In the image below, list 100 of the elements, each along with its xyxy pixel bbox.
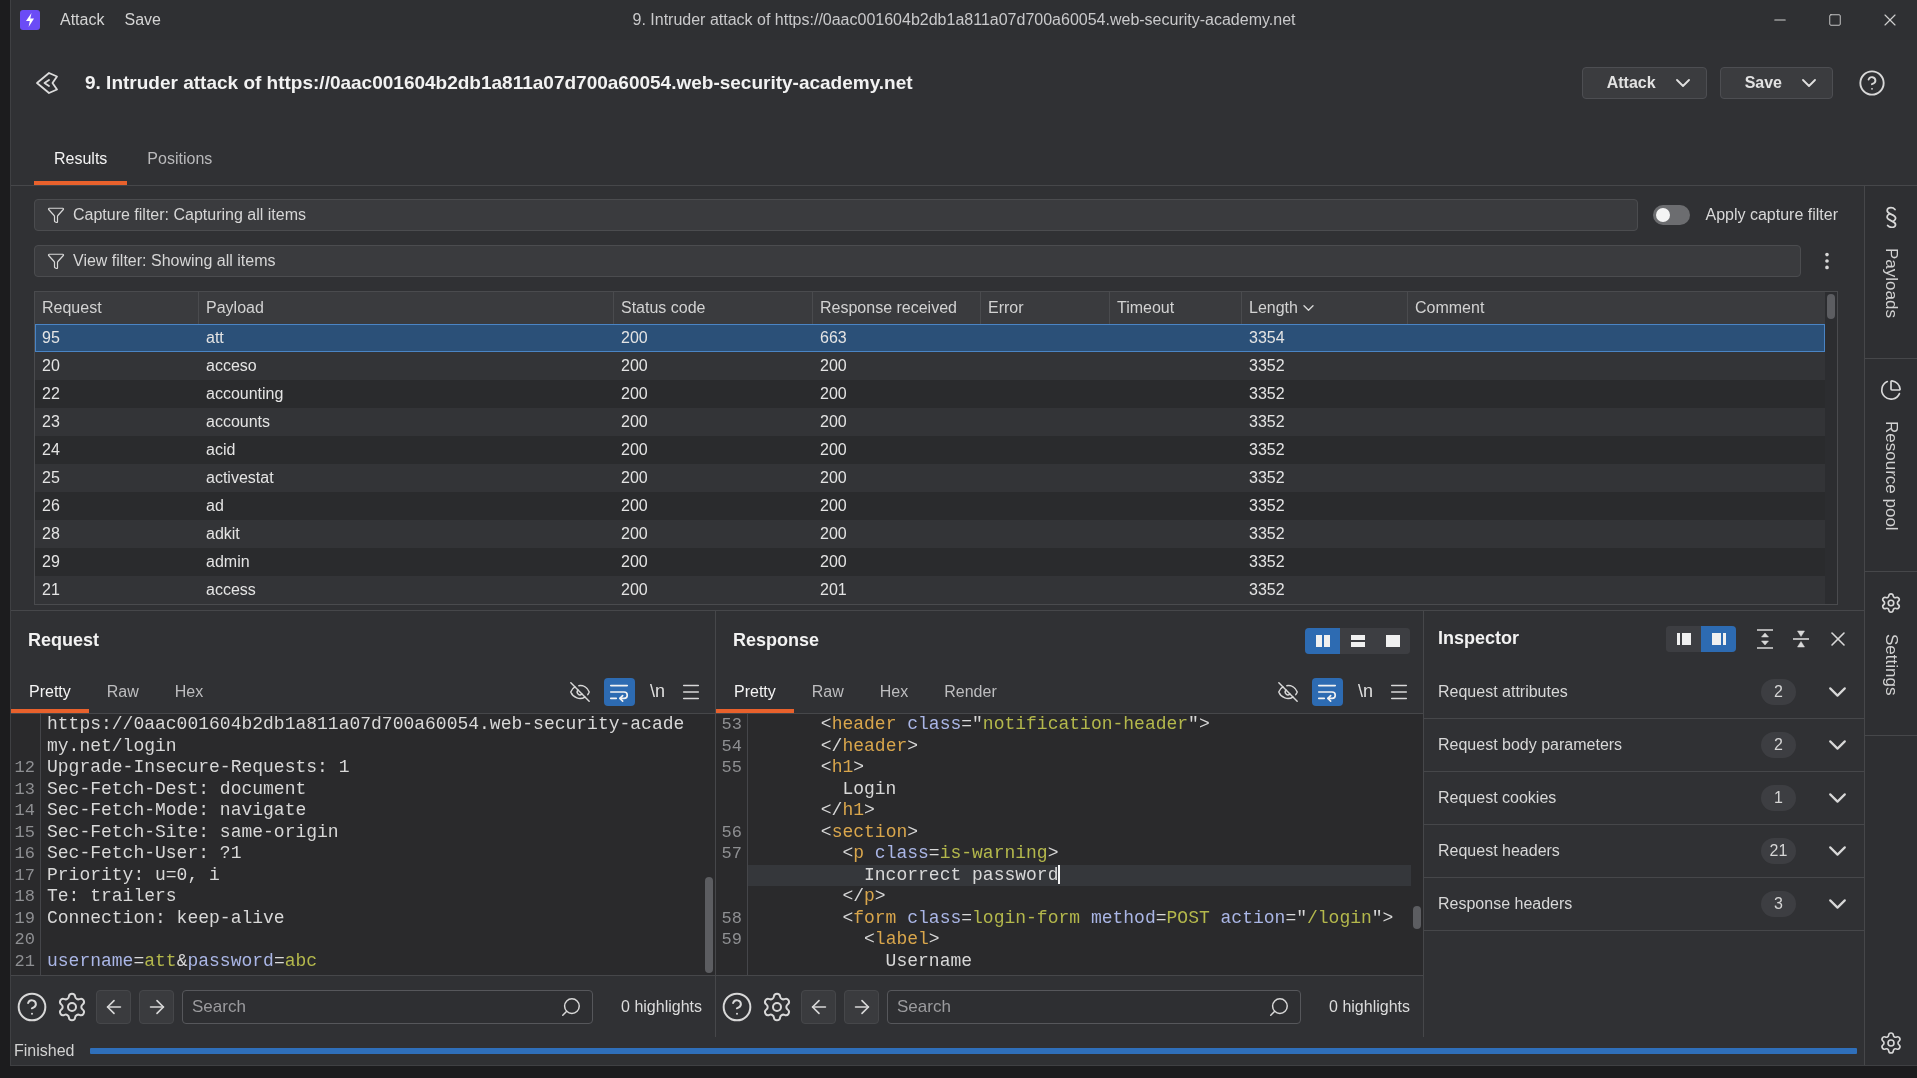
forward-button[interactable] — [844, 989, 879, 1024]
tab[interactable]: Render — [926, 670, 1015, 713]
menu-item[interactable]: Attack — [60, 11, 105, 29]
table-cell-text: 200 — [620, 440, 649, 460]
column-header[interactable]: Comment — [1408, 292, 1825, 324]
help-icon[interactable] — [16, 990, 48, 1023]
side-tab[interactable]: Resource pool — [1865, 358, 1917, 572]
inspector-section[interactable]: Request attributes 2 — [1424, 666, 1864, 719]
code-line: <form class=login-form method=POST action="/login"> — [841, 907, 1395, 929]
maximize-icon[interactable] — [1827, 13, 1842, 27]
table-row[interactable]: 21 access 200 201 3352 — [35, 576, 1825, 604]
eye-slash-icon[interactable] — [1277, 680, 1299, 703]
help-icon[interactable] — [721, 990, 753, 1023]
search-input[interactable]: Search — [897, 996, 1263, 1017]
eye-slash-icon[interactable] — [569, 680, 591, 703]
filter-bar[interactable]: View filter: Showing all items — [34, 245, 1801, 277]
newline-toggle[interactable]: \n — [648, 681, 667, 702]
wrap-button[interactable] — [604, 677, 635, 706]
search-field[interactable]: Search — [887, 989, 1302, 1024]
search-icon — [560, 995, 583, 1018]
table-row[interactable]: 28 adkit 200 200 3352 — [35, 520, 1825, 548]
inspector-section[interactable]: Request headers 21 — [1424, 825, 1864, 878]
inspector-section[interactable]: Response headers 3 — [1424, 878, 1864, 931]
tab[interactable]: Positions — [127, 125, 233, 185]
table-row[interactable]: 25 activestat 200 200 3352 — [35, 464, 1825, 492]
settings-icon[interactable] — [56, 990, 88, 1023]
table-cell-text: 200 — [819, 524, 848, 544]
filter-text: View filter: Showing all items — [73, 252, 276, 270]
caret-icon — [1675, 78, 1690, 87]
code-line: Upgrade-Insecure-Requests: 1 — [46, 757, 351, 779]
back-button[interactable] — [96, 989, 131, 1024]
toggle-switch[interactable] — [1653, 205, 1691, 225]
arrowhead-icon — [35, 70, 59, 95]
collapse-vertical-icon[interactable] — [1790, 627, 1812, 650]
menu-item[interactable]: Save — [124, 11, 161, 29]
columns-icon — [1314, 633, 1331, 648]
back-button[interactable] — [801, 989, 836, 1024]
table-cell-text: 200 — [819, 384, 848, 404]
code-line: my.net/login — [46, 735, 178, 757]
line-number: 17 — [11, 864, 41, 886]
tab[interactable]: Raw — [88, 670, 157, 713]
table-cell-text: 3352 — [1248, 496, 1286, 516]
expand-vertical-icon[interactable] — [1754, 627, 1776, 650]
tab[interactable]: Raw — [793, 670, 862, 713]
window-title: 9. Intruder attack of https://0aac001604b2db1a811a07d700a60054.web-security-academy.net — [632, 11, 1296, 29]
scrollbar-thumb[interactable] — [1827, 294, 1835, 319]
side-tab[interactable]: Payloads — [1865, 186, 1917, 359]
table-row[interactable]: 23 accounts 200 200 3352 — [35, 408, 1825, 436]
dropdown-button[interactable]: Save — [1719, 66, 1833, 99]
tab[interactable]: Results — [34, 125, 128, 185]
settings-icon[interactable] — [761, 990, 793, 1023]
search-input[interactable]: Search — [192, 996, 555, 1017]
rows-icon — [1349, 633, 1366, 648]
scrollbar-thumb[interactable] — [705, 877, 713, 973]
dropdown-button[interactable]: Attack — [1581, 66, 1707, 99]
code-line: </header> — [819, 735, 920, 757]
tab[interactable]: Hex — [156, 670, 222, 713]
table-row[interactable]: 20 acceso 200 200 3352 — [35, 352, 1825, 380]
settings-icon[interactable] — [1879, 1031, 1903, 1055]
code-line: Connection: keep-alive — [46, 907, 286, 929]
count-badge: 2 — [1761, 732, 1796, 758]
code-line: Priority: u=0, i — [46, 864, 221, 886]
table-cell-text: acceso — [205, 356, 258, 376]
chevron-down-icon[interactable] — [1829, 899, 1846, 909]
table-cell-text: accounts — [205, 412, 272, 432]
table-cell-text: 200 — [620, 468, 649, 488]
code-line: Te: trailers — [46, 886, 178, 908]
chevron-down-icon[interactable] — [1829, 793, 1846, 803]
tab[interactable]: Hex — [861, 670, 927, 713]
side-tab[interactable]: Settings — [1865, 571, 1917, 736]
panel-left-icon — [1675, 631, 1692, 646]
table-cell-text: 28 — [41, 524, 61, 544]
line-number: 59 — [716, 929, 748, 951]
inspector-section[interactable]: Request body parameters 2 — [1424, 719, 1864, 772]
chevron-down-icon[interactable] — [1829, 846, 1846, 856]
inspector-section[interactable]: Request cookies 1 — [1424, 772, 1864, 825]
wrap-button[interactable] — [1312, 677, 1343, 706]
code-line: <h1> — [819, 757, 866, 779]
table-cell-text: 3352 — [1248, 412, 1286, 432]
chevron-down-icon[interactable] — [1829, 740, 1846, 750]
chevron-down-icon[interactable] — [1829, 687, 1846, 697]
table-row[interactable]: 95 att 200 663 3354 — [35, 324, 1825, 352]
search-icon — [1268, 995, 1291, 1018]
count-badge: 2 — [1761, 679, 1796, 705]
code-line: Sec-Fetch-Dest: document — [46, 778, 308, 800]
newline-toggle[interactable]: \n — [1356, 681, 1375, 702]
filter-bar[interactable]: Capture filter: Capturing all items — [34, 199, 1639, 231]
sort-caret-icon — [1302, 305, 1314, 311]
panel-right-icon — [1710, 631, 1727, 646]
search-field[interactable]: Search — [182, 989, 594, 1024]
filter-icon — [47, 206, 65, 224]
help-icon[interactable] — [1858, 68, 1886, 97]
layout-button[interactable] — [1305, 627, 1340, 654]
forward-button[interactable] — [139, 989, 174, 1024]
code-line: </h1> — [819, 800, 876, 822]
table-cell-text: 200 — [819, 496, 848, 516]
table-cell-text: 3352 — [1248, 524, 1286, 544]
scrollbar-thumb[interactable] — [1413, 906, 1421, 929]
layout-button[interactable] — [1701, 625, 1736, 652]
table-cell-text: 200 — [620, 552, 649, 572]
